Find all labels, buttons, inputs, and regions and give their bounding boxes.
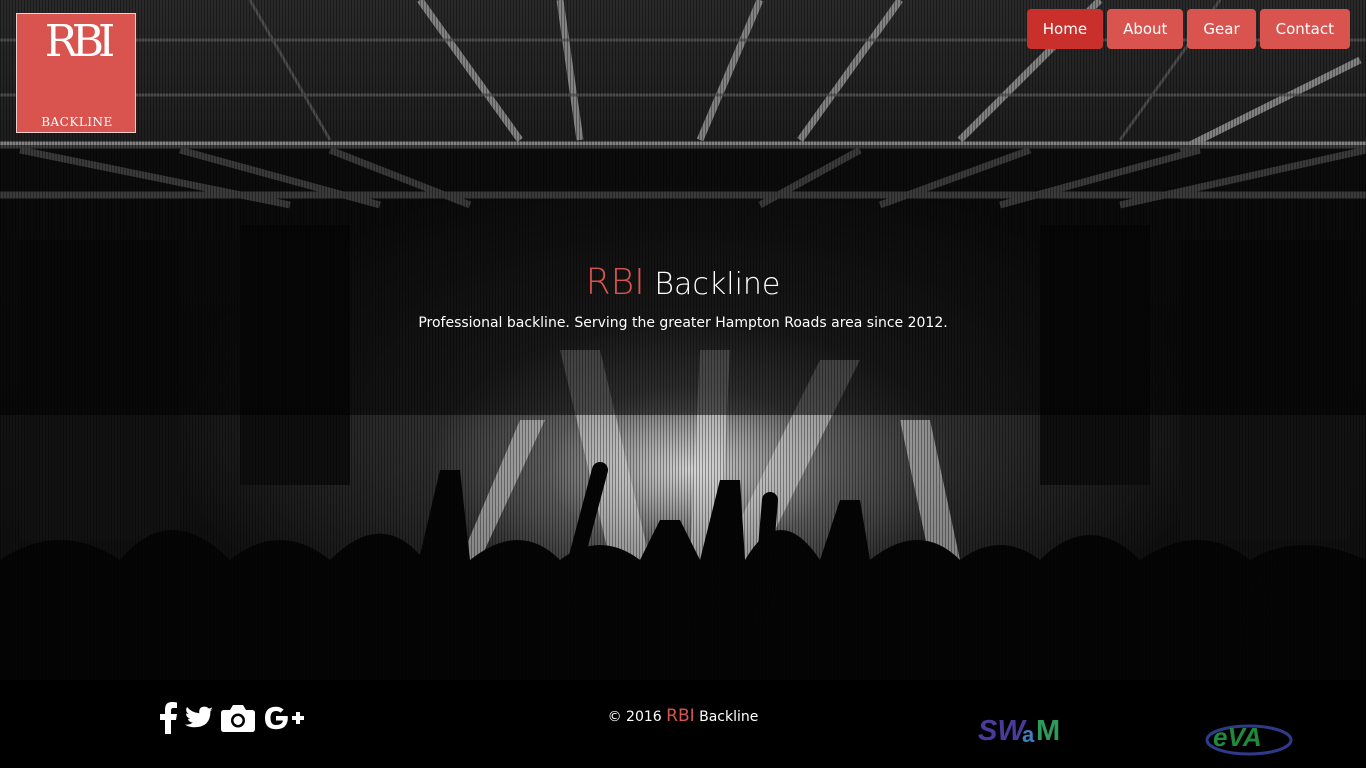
copyright-prefix: © 2016 xyxy=(607,709,662,725)
hero-title-rest: Backline xyxy=(654,267,781,302)
copyright-text: © 2016 RBI Backline xyxy=(0,706,1366,726)
hero-title: RBI Backline xyxy=(0,262,1366,303)
hero-subtitle: Professional backline. Serving the great… xyxy=(418,315,948,331)
svg-text:SW: SW xyxy=(978,715,1027,746)
hero-title-accent: RBI xyxy=(585,262,645,303)
nav-contact-button[interactable]: Contact xyxy=(1259,9,1350,49)
nav-home-button[interactable]: Home xyxy=(1026,9,1104,49)
copyright-suffix: Backline xyxy=(699,709,759,725)
svg-text:eVA: eVA xyxy=(1213,722,1262,752)
svg-text:a: a xyxy=(1022,722,1035,746)
logo-letters: RBI xyxy=(44,16,116,67)
nav-gear-button[interactable]: Gear xyxy=(1187,9,1256,49)
site-logo[interactable]: RBI BACKLINE xyxy=(16,13,136,133)
logo-subtitle: BACKLINE xyxy=(41,115,113,129)
nav-about-button[interactable]: About xyxy=(1107,9,1184,49)
eva-logo[interactable]: eVA xyxy=(1205,716,1299,760)
main-nav: Home About Gear Contact xyxy=(1026,9,1350,49)
copyright-accent: RBI xyxy=(666,706,695,726)
swam-logo[interactable]: SW a M xyxy=(978,714,1072,746)
svg-text:M: M xyxy=(1036,715,1060,746)
